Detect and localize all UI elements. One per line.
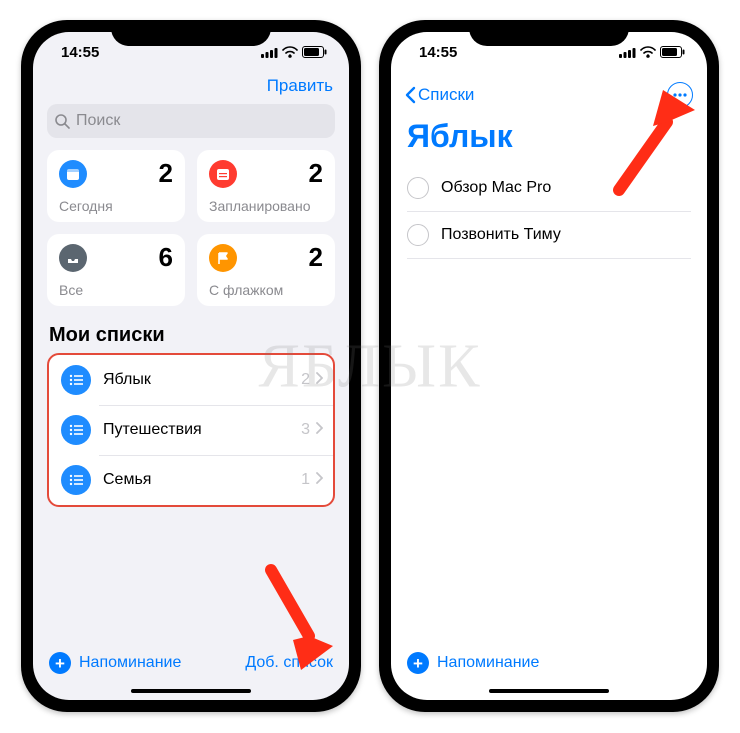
list-item-count: 3 — [301, 421, 310, 439]
home-indicator[interactable] — [489, 689, 609, 693]
new-reminder-label: Напоминание — [79, 654, 181, 672]
cellular-icon — [261, 47, 278, 58]
search-placeholder: Поиск — [76, 112, 120, 130]
list-item-yablyk[interactable]: Яблык 2 — [49, 355, 333, 405]
wifi-icon — [640, 46, 656, 58]
reminder-text: Обзор Mac Pro — [441, 179, 551, 197]
bottom-toolbar: + Напоминание — [391, 642, 707, 684]
list-icon — [61, 415, 91, 445]
ellipsis-icon — [673, 93, 687, 97]
status-icons — [619, 46, 685, 58]
list-item-travel[interactable]: Путешествия 3 — [49, 405, 333, 455]
card-flagged[interactable]: 2 С флажком — [197, 234, 335, 306]
complete-circle[interactable] — [407, 177, 429, 199]
card-scheduled-count: 2 — [309, 160, 323, 186]
add-list-button[interactable]: Доб. список — [245, 654, 333, 672]
bottom-toolbar: + Напоминание Доб. список — [33, 642, 349, 684]
list-icon — [61, 365, 91, 395]
my-lists-title: Мои списки — [33, 306, 349, 353]
card-today-label: Сегодня — [59, 198, 173, 214]
search-input[interactable]: Поиск — [47, 104, 335, 138]
complete-circle[interactable] — [407, 224, 429, 246]
list-item-count: 1 — [301, 471, 310, 489]
new-reminder-label: Напоминание — [437, 654, 539, 672]
list-item-family[interactable]: Семья 1 — [49, 455, 333, 505]
phone-right: 14:55 Списки Яблык — [379, 20, 719, 712]
back-button[interactable]: Списки — [405, 85, 474, 105]
card-all[interactable]: 6 Все — [47, 234, 185, 306]
new-reminder-button[interactable]: + Напоминание — [407, 652, 539, 674]
card-today-count: 2 — [159, 160, 173, 186]
search-icon — [55, 114, 70, 129]
back-label: Списки — [418, 85, 474, 105]
edit-button[interactable]: Править — [267, 76, 333, 96]
navbar: Списки — [391, 72, 707, 112]
card-all-count: 6 — [159, 244, 173, 270]
chevron-left-icon — [405, 86, 416, 104]
navbar: Править — [33, 72, 349, 104]
reminders-list: Обзор Mac Pro Позвонить Тиму — [391, 165, 707, 259]
reminder-item[interactable]: Позвонить Тиму — [407, 212, 691, 259]
list-title: Яблык — [391, 112, 707, 165]
notch — [111, 20, 271, 46]
screen-reminders-home: 14:55 Править Поиск — [33, 32, 349, 700]
chevron-right-icon — [316, 471, 323, 489]
list-item-label: Путешествия — [103, 421, 301, 439]
status-time: 14:55 — [419, 44, 457, 61]
battery-icon — [302, 46, 327, 58]
card-scheduled-label: Запланировано — [209, 198, 323, 214]
calendar-today-icon — [59, 160, 87, 188]
card-scheduled[interactable]: 2 Запланировано — [197, 150, 335, 222]
flag-icon — [209, 244, 237, 272]
reminder-item[interactable]: Обзор Mac Pro — [407, 165, 691, 212]
calendar-icon — [209, 160, 237, 188]
plus-circle-icon: + — [407, 652, 429, 674]
inbox-icon — [59, 244, 87, 272]
list-item-count: 2 — [301, 371, 310, 389]
wifi-icon — [282, 46, 298, 58]
phone-left: 14:55 Править Поиск — [21, 20, 361, 712]
plus-circle-icon: + — [49, 652, 71, 674]
card-all-label: Все — [59, 282, 173, 298]
home-indicator[interactable] — [131, 689, 251, 693]
status-time: 14:55 — [61, 44, 99, 61]
list-item-label: Семья — [103, 471, 301, 489]
cellular-icon — [619, 47, 636, 58]
list-item-label: Яблык — [103, 371, 301, 389]
more-options-button[interactable] — [667, 82, 693, 108]
smart-lists-grid: 2 Сегодня 2 Запланировано — [33, 150, 349, 306]
card-flagged-label: С флажком — [209, 282, 323, 298]
chevron-right-icon — [316, 421, 323, 439]
my-lists-group: Яблык 2 Путешествия 3 — [47, 353, 335, 507]
list-icon — [61, 465, 91, 495]
chevron-right-icon — [316, 371, 323, 389]
reminder-text: Позвонить Тиму — [441, 226, 561, 244]
card-flagged-count: 2 — [309, 244, 323, 270]
status-icons — [261, 46, 327, 58]
new-reminder-button[interactable]: + Напоминание — [49, 652, 181, 674]
battery-icon — [660, 46, 685, 58]
card-today[interactable]: 2 Сегодня — [47, 150, 185, 222]
screen-list-detail: 14:55 Списки Яблык — [391, 32, 707, 700]
notch — [469, 20, 629, 46]
